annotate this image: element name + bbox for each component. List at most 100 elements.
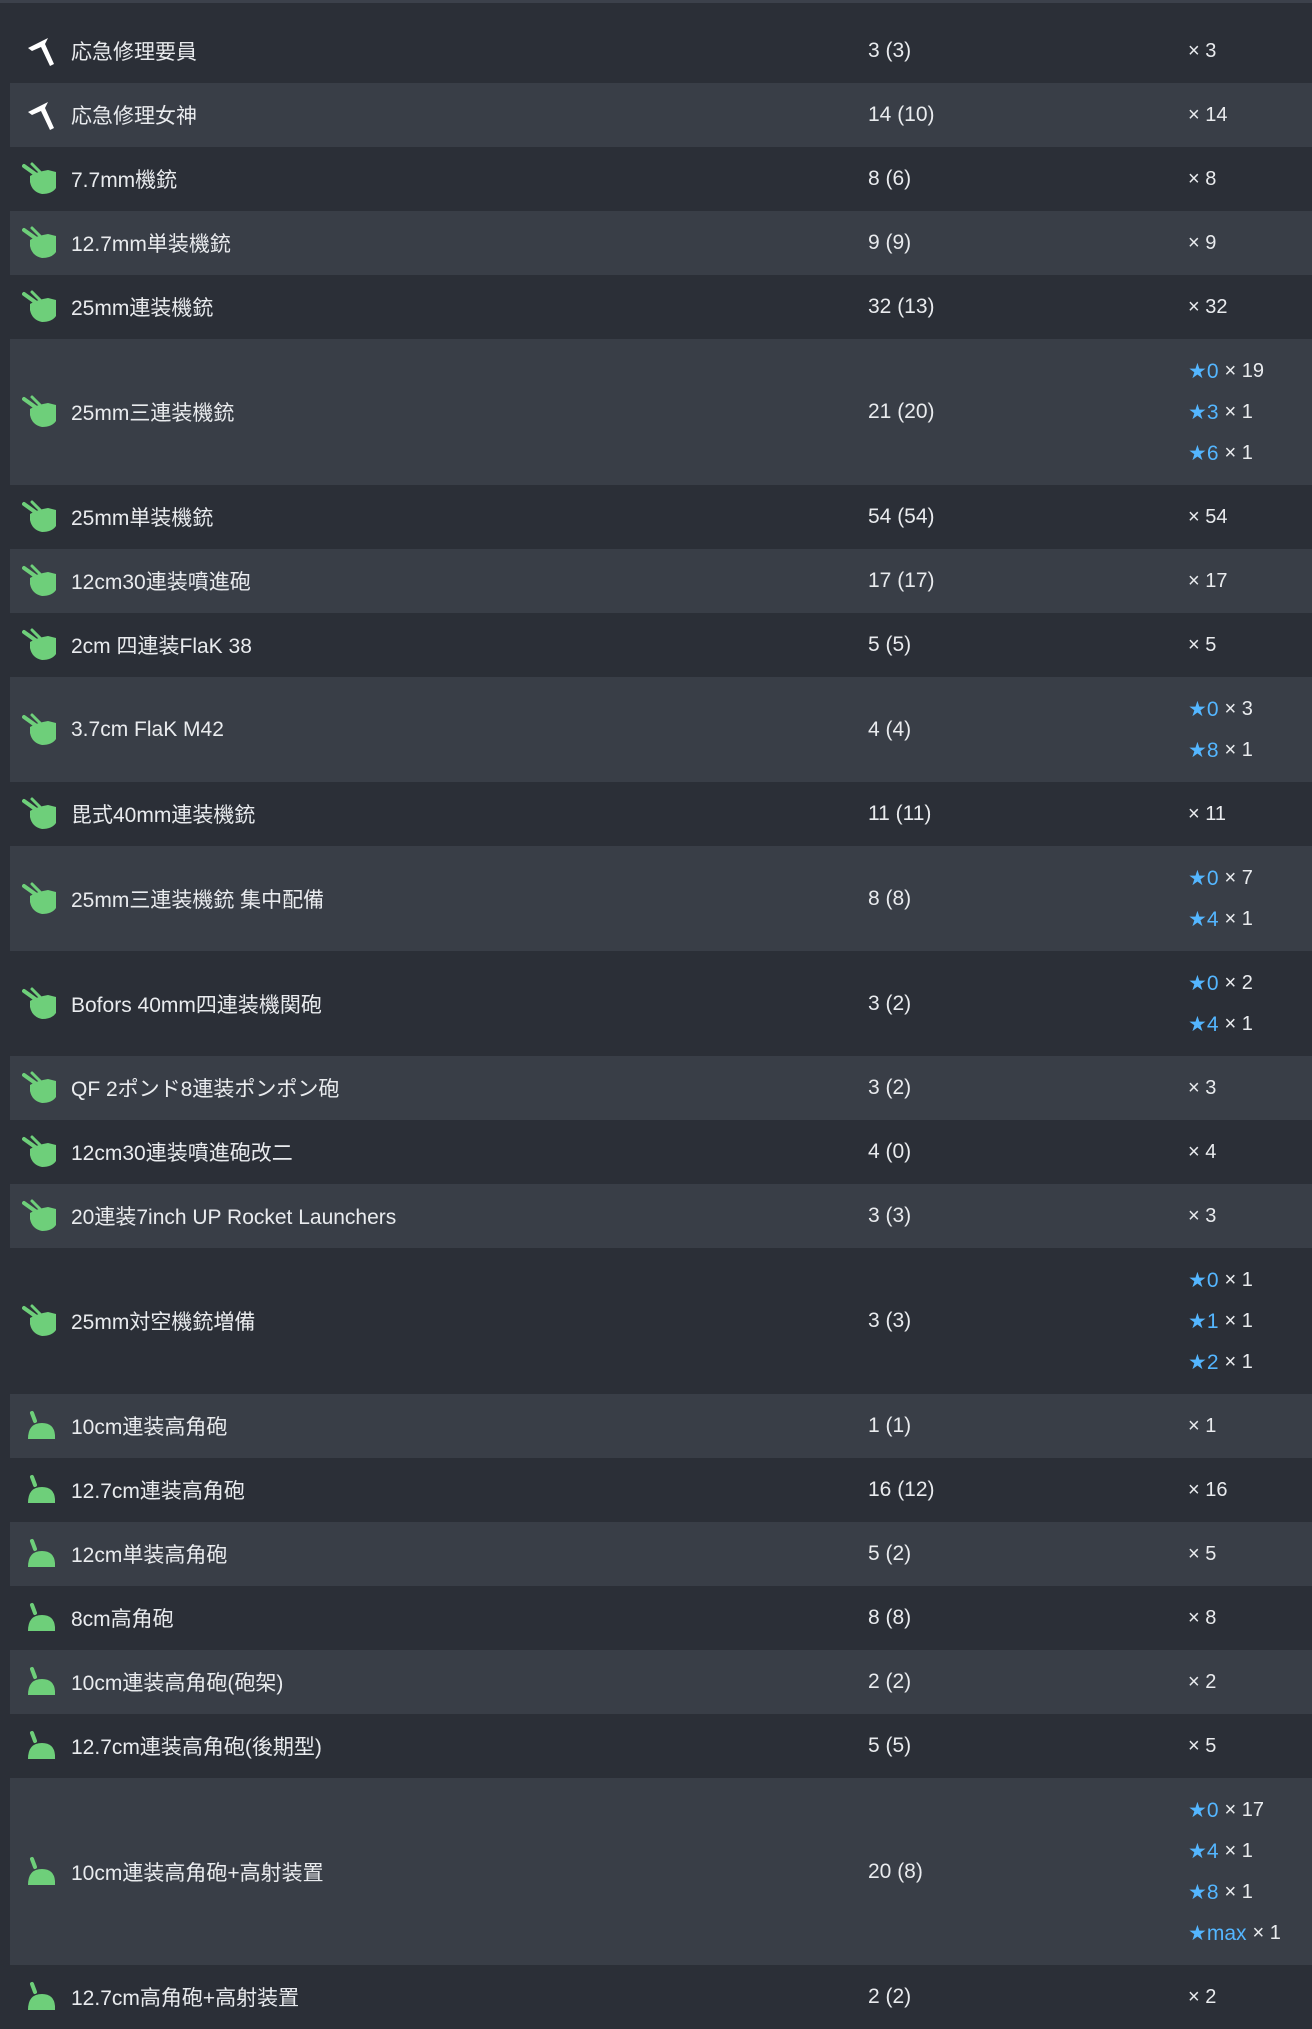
improvement-count: × 14 [1188,103,1228,126]
improvement-count: × 32 [1188,295,1228,318]
improvement-breakdown: × 5 [1188,1534,1216,1575]
improvement-star-level: ★3 [1188,400,1219,424]
equipment-name-cell: 25mm三連装機銃 集中配備 [10,879,868,919]
improvement-count: × 4 [1188,1140,1217,1163]
equipment-count: 16 (12) [868,1478,935,1501]
improvement-breakdown: × 17 [1188,561,1227,602]
star-count-line: ★1 × 1 [1188,1301,1253,1342]
equipment-count: 4 (4) [868,717,912,741]
equipment-count: 3 (3) [868,39,912,62]
aa-gun-icon [21,710,61,750]
improvement-star-level: ★0 [1188,359,1219,383]
equipment-row: 毘式40mm連装機銃 11 (11) × 11 [10,782,1312,846]
equipment-name-cell: 20連装7inch UP Rocket Launchers [10,1196,868,1236]
star-count-line: × 2 [1188,1662,1216,1703]
equipment-name: 10cm連装高角砲+高射装置 [71,1861,324,1885]
equipment-count: 3 (3) [868,1309,912,1332]
improvement-count: × 8 [1188,167,1217,190]
improvement-count: × 7 [1224,866,1253,889]
equipment-count: 3 (2) [868,1076,912,1099]
improvement-count: × 1 [1188,1414,1217,1437]
equipment-row: 10cm連装高角砲 1 (1) × 1 [10,1394,1312,1458]
equipment-count: 17 (17) [868,569,935,592]
equipment-row: 12.7cm高角砲+高射装置 2 (2) × 2 [10,1965,1312,2029]
improvement-breakdown: × 5 [1188,1726,1216,1767]
equipment-name-cell: 12.7cm連装高角砲(後期型) [10,1726,868,1766]
improvement-star-level: ★0 [1188,1798,1219,1822]
equipment-count: 3 (3) [868,1204,912,1227]
star-count-line: × 4 [1188,1132,1216,1173]
equipment-count: 8 (8) [868,1606,912,1629]
equipment-name: 応急修理要員 [71,41,197,64]
aa-gun-icon [21,879,61,919]
improvement-star-level: ★8 [1188,1880,1219,1904]
improvement-star-level: ★4 [1188,1839,1219,1863]
equipment-name: 25mm三連装機銃 集中配備 [71,888,325,912]
improvement-count: × 17 [1224,1798,1264,1821]
equipment-name: 25mm連装機銃 [71,297,214,320]
improvement-breakdown: ★0 × 1 ★1 × 1 ★2 × 1 [1188,1260,1253,1383]
improvement-breakdown: × 2 [1188,1977,1216,2018]
equipment-name-cell: 7.7mm機銃 [10,159,868,199]
equipment-row: 応急修理女神 14 (10) × 14 [10,83,1312,147]
improvement-count: × 9 [1188,231,1217,254]
improvement-count: × 3 [1188,1076,1217,1099]
improvement-count: × 2 [1224,971,1253,994]
equipment-name: 12.7cm高角砲+高射装置 [71,1987,300,2010]
star-count-line: × 17 [1188,561,1227,602]
improvement-count: × 2 [1188,1985,1217,2008]
high-angle-gun-icon [21,1726,61,1766]
equipment-name: 12.7cm連装高角砲(後期型) [71,1736,322,1759]
improvement-breakdown: ★0 × 2 ★4 × 1 [1188,963,1253,1045]
star-count-line: × 8 [1188,159,1216,200]
improvement-breakdown: × 3 [1188,31,1216,72]
improvement-breakdown: × 8 [1188,159,1216,200]
aa-gun-icon [21,625,61,665]
star-count-line: ★4 × 1 [1188,1831,1281,1872]
improvement-breakdown: × 11 [1188,794,1226,835]
improvement-star-level: ★0 [1188,971,1219,995]
star-count-line: ★0 × 17 [1188,1790,1281,1831]
equipment-name-cell: 12cm単装高角砲 [10,1534,868,1574]
equipment-name-cell: 応急修理要員 [10,31,868,71]
star-count-line: × 5 [1188,1534,1216,1575]
improvement-count: × 1 [1224,1012,1253,1035]
improvement-count: × 3 [1188,1204,1217,1227]
equipment-count: 8 (8) [868,886,912,910]
equipment-count: 32 (13) [868,295,935,318]
improvement-breakdown: × 3 [1188,1068,1216,1109]
aa-gun-icon [21,159,61,199]
equipment-row: 応急修理要員 3 (3) × 3 [10,19,1312,83]
improvement-count: × 1 [1224,738,1253,761]
star-count-line: × 54 [1188,497,1227,538]
high-angle-gun-icon [21,1662,61,1702]
equipment-row: 10cm連装高角砲(砲架) 2 (2) × 2 [10,1650,1312,1714]
equipment-count: 1 (1) [868,1414,912,1437]
high-angle-gun-icon [21,1406,61,1446]
equipment-row: 25mm連装機銃 32 (13) × 32 [10,275,1312,339]
equipment-row: 7.7mm機銃 8 (6) × 8 [10,147,1312,211]
improvement-count: × 5 [1188,1542,1217,1565]
equipment-name: 10cm連装高角砲 [71,1416,228,1439]
high-angle-gun-icon [21,1534,61,1574]
equipment-name: 12cm単装高角砲 [71,1544,228,1567]
equipment-name: 毘式40mm連装機銃 [71,804,256,827]
equipment-name-cell: 2cm 四連装FlaK 38 [10,625,868,665]
improvement-breakdown: × 32 [1188,287,1227,328]
equipment-name: 25mm三連装機銃 [71,402,235,425]
star-count-line: × 11 [1188,794,1226,835]
improvement-count: × 16 [1188,1478,1228,1501]
improvement-count: × 3 [1224,697,1253,720]
star-count-line: ★2 × 1 [1188,1342,1253,1383]
repair-icon [21,31,61,71]
equipment-name: 12.7cm連装高角砲 [71,1480,245,1503]
equipment-name: 20連装7inch UP Rocket Launchers [71,1206,397,1229]
improvement-breakdown: × 4 [1188,1132,1216,1173]
equipment-name: 2cm 四連装FlaK 38 [71,635,252,658]
equipment-name-cell: 毘式40mm連装機銃 [10,794,868,834]
improvement-count: × 1 [1224,1268,1253,1291]
equipment-row: 10cm連装高角砲+高射装置 20 (8) ★0 × 17 ★4 × 1 ★8 × 1 ★max… [10,1778,1312,1965]
equipment-name-cell: 12cm30連装噴進砲 [10,561,868,601]
improvement-breakdown: × 16 [1188,1470,1227,1511]
star-count-line: ★0 × 19 [1188,351,1264,392]
